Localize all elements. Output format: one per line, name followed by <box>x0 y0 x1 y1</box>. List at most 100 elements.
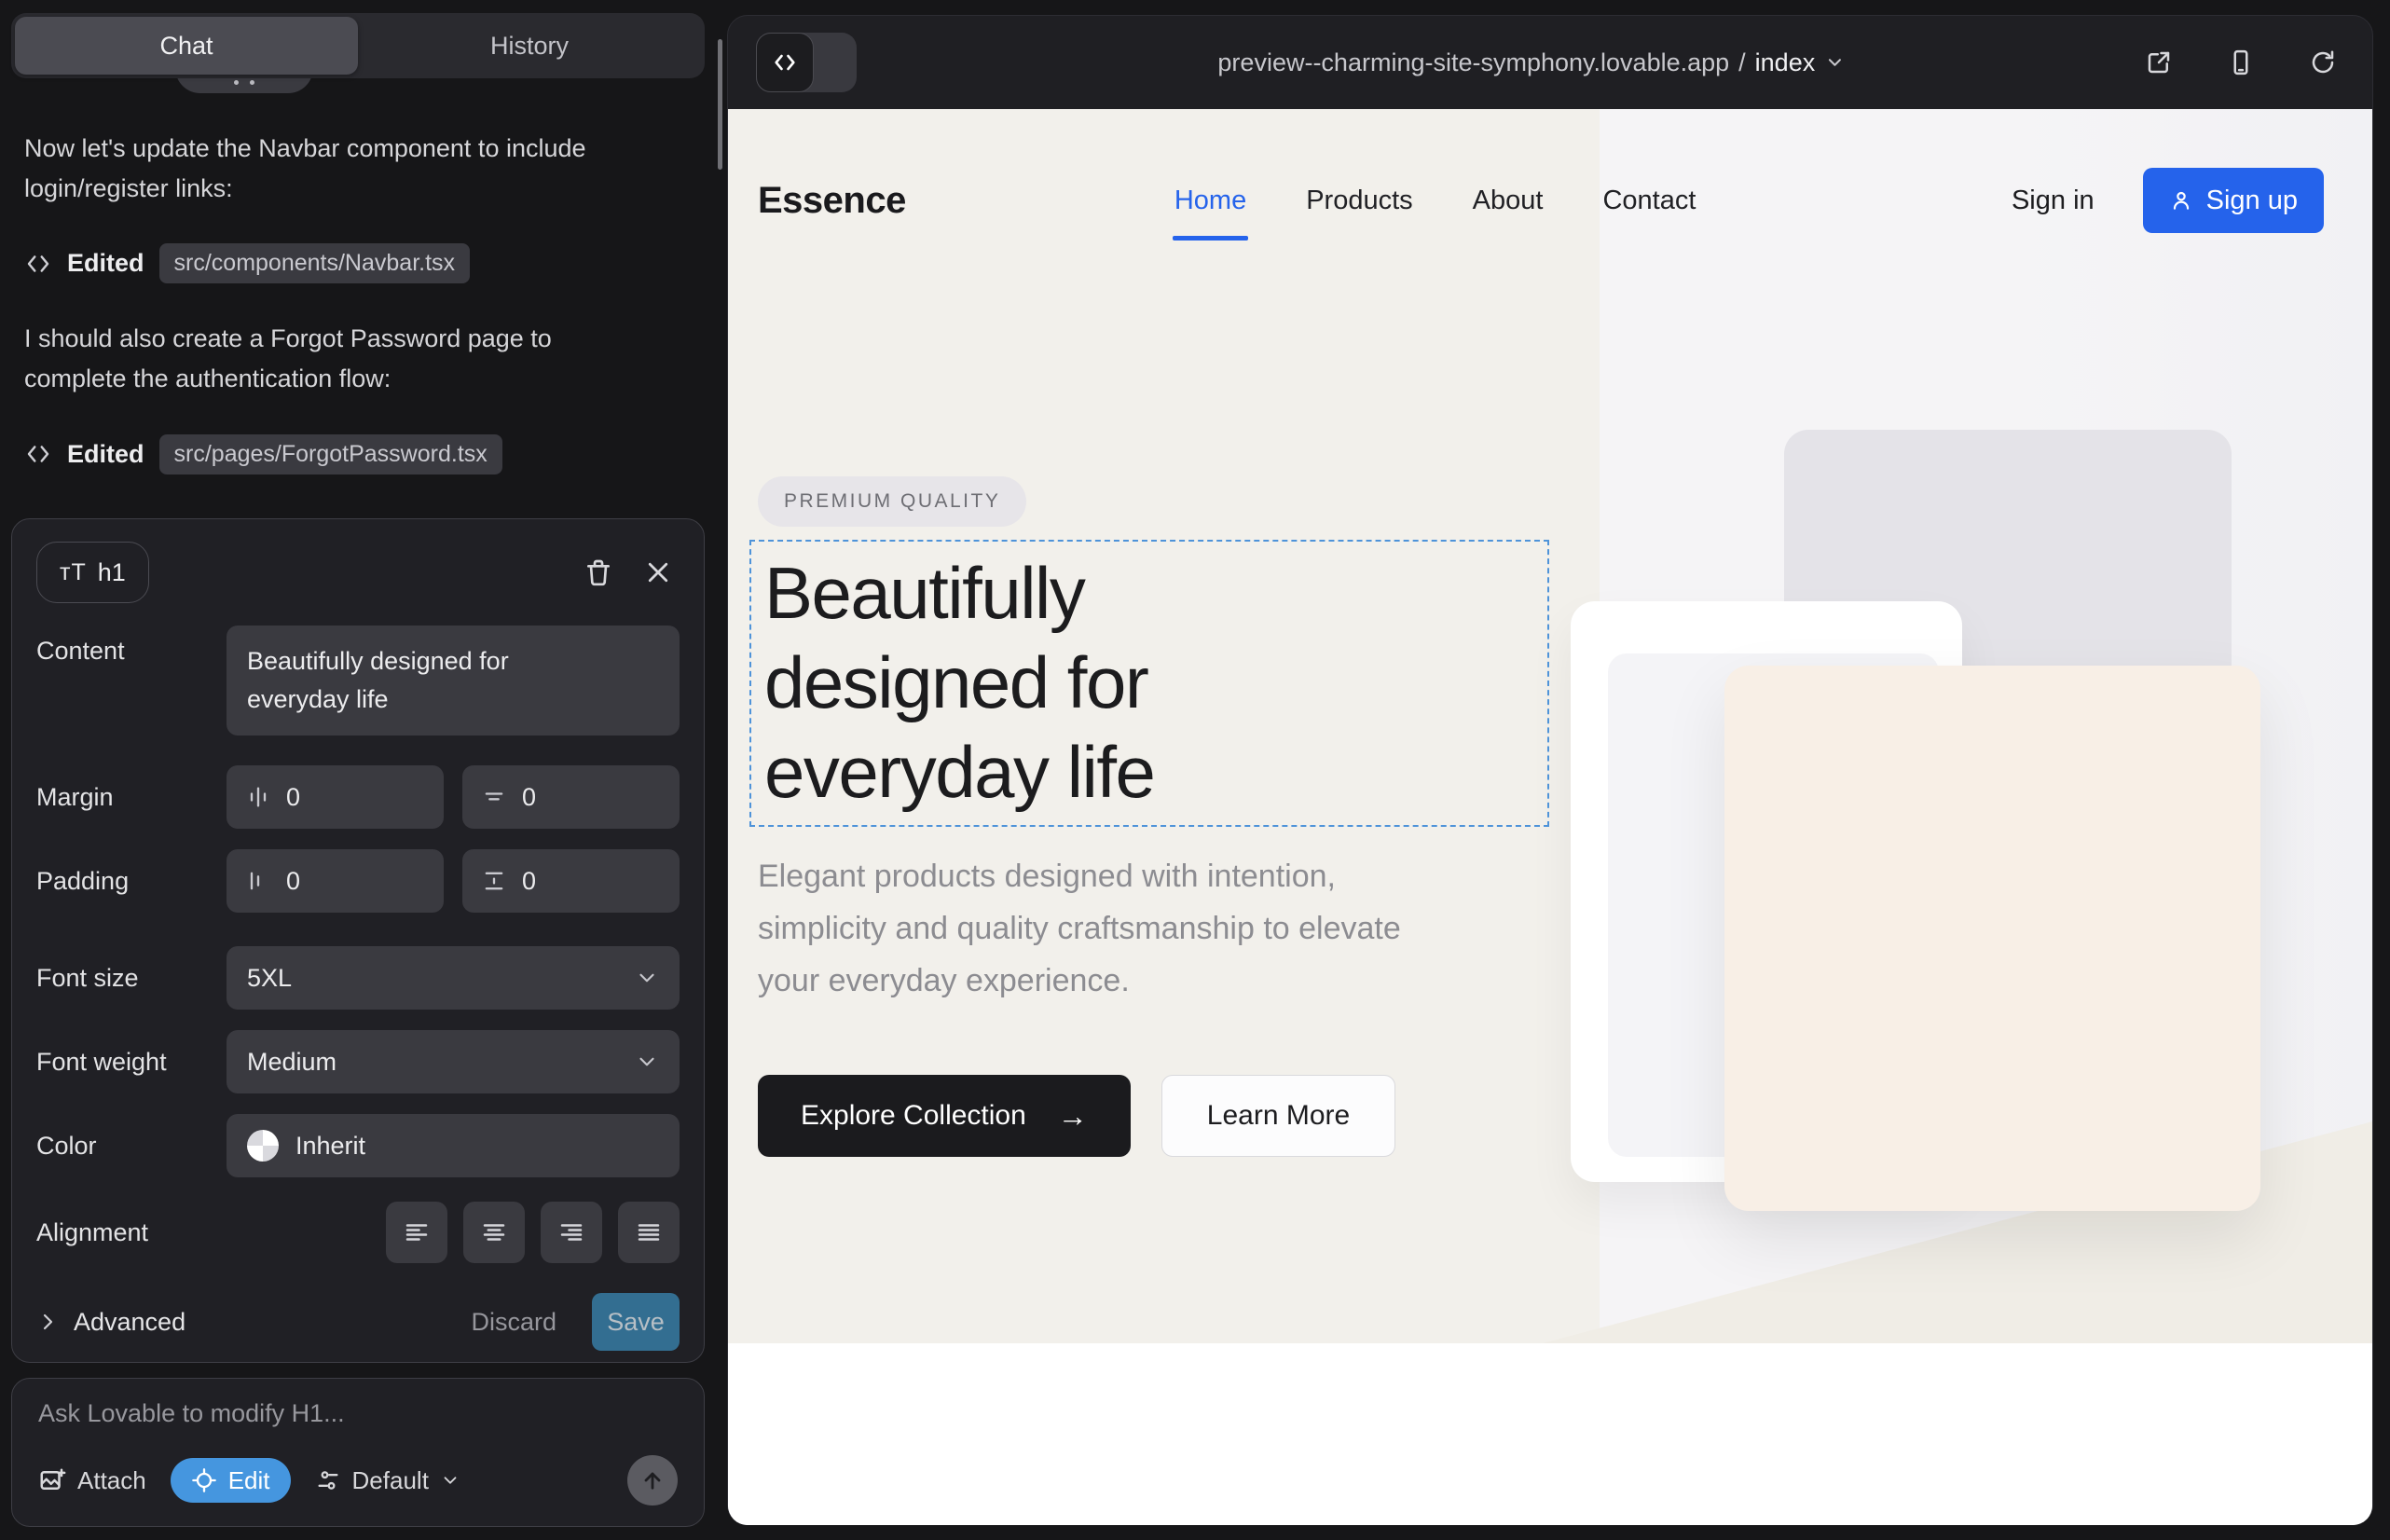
sign-in-link[interactable]: Sign in <box>2012 186 2095 216</box>
edited-file-chip[interactable]: src/pages/ForgotPassword.tsx <box>159 434 502 474</box>
advanced-label: Advanced <box>74 1308 185 1337</box>
mode-select-button[interactable]: Default <box>315 1466 460 1495</box>
delete-element-button[interactable] <box>577 551 620 594</box>
mobile-view-button[interactable] <box>2219 41 2262 84</box>
align-center-icon <box>480 1218 508 1246</box>
padding-horizontal-value: 0 <box>286 867 300 896</box>
decorative-card-beige <box>1724 666 2260 1211</box>
code-preview-toggle[interactable] <box>756 33 857 92</box>
content-textarea[interactable]: Beautifully designed for everyday life <box>227 626 680 736</box>
padding-horizontal-input[interactable]: 0 <box>227 849 444 913</box>
chat-scrollbar-thumb[interactable] <box>718 39 722 170</box>
preview-url[interactable]: preview--charming-site-symphony.lovable.… <box>1217 48 1845 77</box>
alignment-row: Alignment <box>36 1202 680 1263</box>
nav-link-contact[interactable]: Contact <box>1602 186 1696 216</box>
content-value: Beautifully designed for everyday life <box>247 642 573 718</box>
hero-cta-row: Explore Collection → Learn More <box>758 1075 1395 1157</box>
close-icon <box>644 558 672 586</box>
nav-link-products[interactable]: Products <box>1306 186 1412 216</box>
align-right-button[interactable] <box>541 1202 602 1263</box>
padding-vertical-input[interactable]: 0 <box>462 849 680 913</box>
font-size-label: Font size <box>36 964 227 993</box>
ellipsis-dot <box>250 80 254 85</box>
open-in-new-tab-button[interactable] <box>2137 41 2180 84</box>
typography-icon: тT <box>60 559 87 586</box>
arrow-right-icon: → <box>1058 1099 1088 1134</box>
chat-history-tabbar: Chat History <box>11 13 705 78</box>
assistant-message: Now let's update the Navbar component to… <box>24 129 625 208</box>
save-button[interactable]: Save <box>592 1293 680 1351</box>
premium-quality-badge: PREMIUM QUALITY <box>758 476 1026 527</box>
code-icon <box>756 33 814 92</box>
url-page: index <box>1755 48 1816 77</box>
file-edit-row: Edited src/pages/ForgotPassword.tsx <box>24 434 695 474</box>
padding-row: Padding 0 0 <box>36 849 680 913</box>
hero-section: Essence Home Products About Contact Sign… <box>728 109 2372 1343</box>
align-right-icon <box>557 1218 585 1246</box>
margin-horizontal-input[interactable]: 0 <box>227 765 444 829</box>
align-justify-icon <box>635 1218 663 1246</box>
site-logo[interactable]: Essence <box>758 180 906 222</box>
sign-up-button[interactable]: Sign up <box>2143 168 2324 233</box>
align-left-button[interactable] <box>386 1202 447 1263</box>
send-button[interactable] <box>627 1455 678 1506</box>
font-weight-label: Font weight <box>36 1048 227 1077</box>
margin-row: Margin 0 0 <box>36 765 680 829</box>
section-below-hero <box>728 1343 2372 1525</box>
font-size-value: 5XL <box>247 964 635 993</box>
font-weight-select[interactable]: Medium <box>227 1030 680 1093</box>
padding-label: Padding <box>36 867 227 896</box>
tab-chat[interactable]: Chat <box>15 17 358 75</box>
edit-mode-label: Edit <box>228 1466 270 1495</box>
color-picker-field[interactable]: Inherit <box>227 1114 680 1177</box>
element-tag-label: h1 <box>98 558 126 587</box>
color-swatch-transparent <box>247 1130 279 1162</box>
url-separator: / <box>1738 48 1746 77</box>
edit-mode-button[interactable]: Edit <box>171 1458 291 1503</box>
margin-vertical-input[interactable]: 0 <box>462 765 680 829</box>
align-center-button[interactable] <box>463 1202 525 1263</box>
nav-link-about[interactable]: About <box>1473 186 1544 216</box>
edited-file-chip[interactable]: src/components/Navbar.tsx <box>159 243 471 283</box>
chevron-down-icon <box>635 966 659 990</box>
color-label: Color <box>36 1132 227 1161</box>
hero-heading[interactable]: Beautifully designed for everyday life <box>764 549 1305 818</box>
prompt-input[interactable] <box>38 1399 678 1428</box>
url-host: preview--charming-site-symphony.lovable.… <box>1217 48 1729 77</box>
refresh-icon <box>2309 48 2337 76</box>
user-icon <box>2169 188 2193 213</box>
advanced-toggle[interactable]: Advanced <box>36 1308 185 1337</box>
font-size-select[interactable]: 5XL <box>227 946 680 1010</box>
margin-horizontal-icon <box>245 784 271 810</box>
mode-label: Default <box>352 1466 429 1495</box>
nav-link-home[interactable]: Home <box>1174 186 1246 216</box>
external-link-icon <box>2145 48 2173 76</box>
padding-vertical-icon <box>481 868 507 894</box>
attach-label: Attach <box>77 1466 146 1495</box>
chevron-down-icon <box>1824 52 1845 73</box>
align-justify-button[interactable] <box>618 1202 680 1263</box>
attach-button[interactable]: Attach <box>38 1466 146 1495</box>
content-label: Content <box>36 626 227 666</box>
chevron-down-icon <box>440 1470 460 1491</box>
explore-collection-label: Explore Collection <box>801 1100 1026 1132</box>
close-editor-button[interactable] <box>637 551 680 594</box>
sign-up-label: Sign up <box>2206 186 2298 216</box>
alignment-label: Alignment <box>36 1218 227 1247</box>
content-row: Content Beautifully designed for everyda… <box>36 626 680 745</box>
element-editor-panel: тT h1 Content <box>11 518 705 1363</box>
color-row: Color Inherit <box>36 1114 680 1177</box>
discard-button[interactable]: Discard <box>471 1308 556 1337</box>
refresh-button[interactable] <box>2301 41 2344 84</box>
h1-selection-outline[interactable]: Beautifully designed for everyday life <box>749 540 1549 827</box>
explore-collection-button[interactable]: Explore Collection → <box>758 1075 1131 1157</box>
padding-horizontal-icon <box>245 868 271 894</box>
chat-messages: Now let's update the Navbar component to… <box>24 129 695 474</box>
assistant-message: I should also create a Forgot Password p… <box>24 319 625 398</box>
sliders-icon <box>315 1467 341 1493</box>
margin-vertical-value: 0 <box>522 783 536 812</box>
selected-element-pill[interactable]: тT h1 <box>36 542 149 603</box>
tab-history[interactable]: History <box>358 17 701 75</box>
trash-icon <box>584 557 613 587</box>
learn-more-button[interactable]: Learn More <box>1161 1075 1395 1157</box>
